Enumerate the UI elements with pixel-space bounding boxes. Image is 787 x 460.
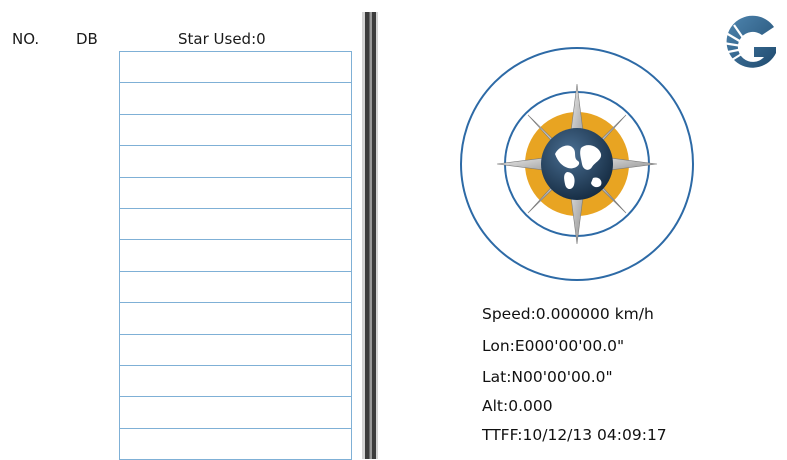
panel-splitter[interactable] xyxy=(362,12,378,459)
column-header-no: NO. xyxy=(12,30,40,48)
altitude-readout: Alt:0.000 xyxy=(482,397,553,415)
satellite-row xyxy=(119,83,352,115)
g-logo-icon xyxy=(722,15,776,68)
speed-readout: Speed:0.000000 km/h xyxy=(482,305,654,323)
satellite-row xyxy=(119,428,352,460)
satellite-row xyxy=(119,303,352,335)
satellite-row xyxy=(119,208,352,241)
latitude-readout: Lat:N00'00'00.0" xyxy=(482,368,613,386)
star-used-label: Star Used:0 xyxy=(178,30,266,48)
satellite-row xyxy=(119,114,352,147)
satellite-row xyxy=(119,334,352,366)
satellite-row xyxy=(119,177,352,209)
compass-globe-icon xyxy=(460,47,694,281)
satellite-row xyxy=(119,52,352,84)
longitude-readout: Lon:E000'00'00.0" xyxy=(482,337,625,355)
satellite-row xyxy=(119,397,352,429)
ttff-readout: TTFF:10/12/13 04:09:17 xyxy=(482,426,667,444)
satellite-table xyxy=(119,51,352,460)
satellite-row xyxy=(119,146,352,178)
satellite-row xyxy=(119,365,352,398)
satellite-row xyxy=(119,240,352,272)
satellite-row xyxy=(119,271,352,304)
column-header-db: DB xyxy=(76,30,98,48)
